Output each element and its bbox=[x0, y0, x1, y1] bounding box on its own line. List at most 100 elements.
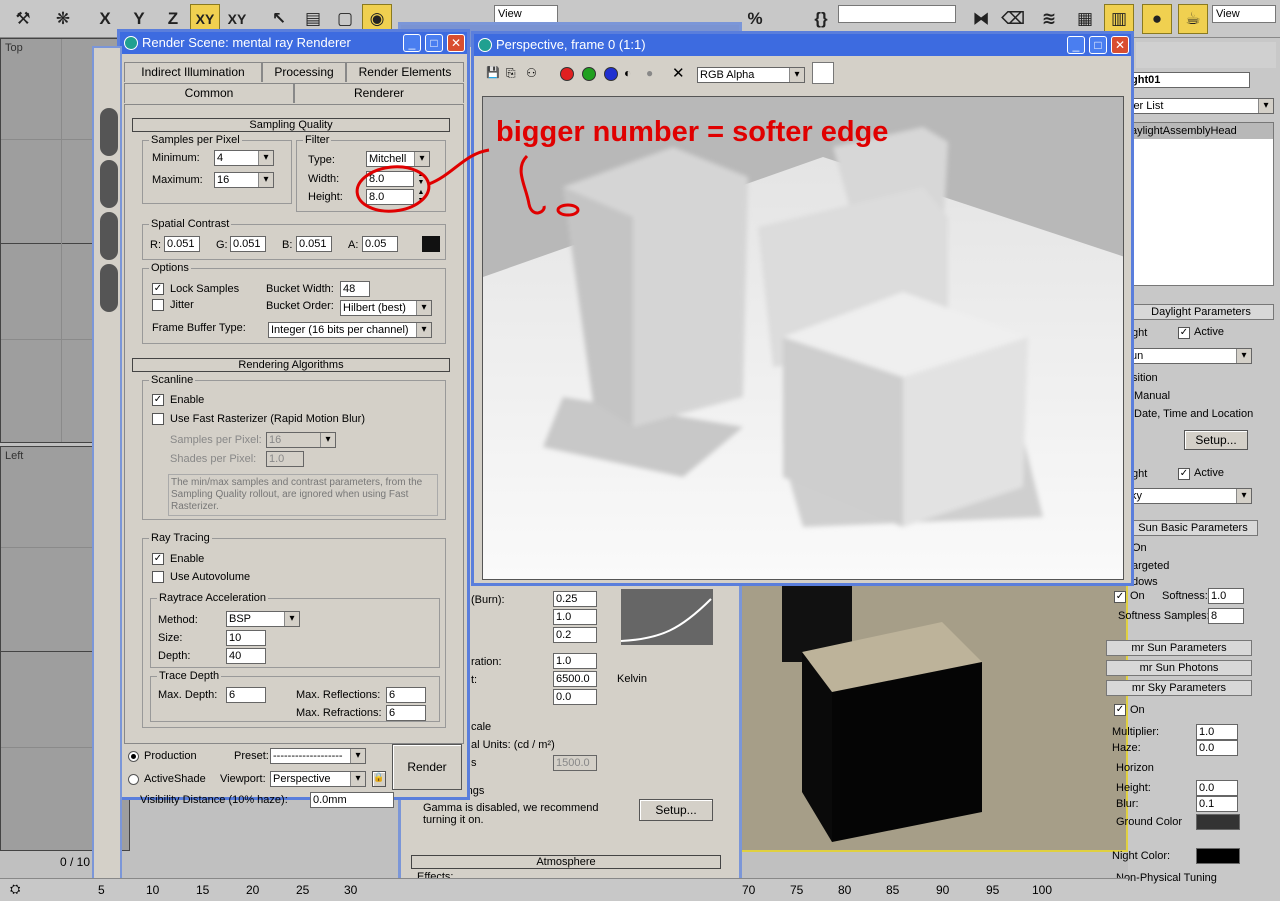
fast-rasterizer-checkbox[interactable] bbox=[152, 413, 164, 425]
jitter-checkbox[interactable] bbox=[152, 299, 164, 311]
viewport-perspective[interactable] bbox=[740, 580, 1128, 852]
red-channel-icon[interactable] bbox=[560, 67, 574, 81]
schematic-view-icon[interactable]: ▥ bbox=[1104, 4, 1134, 34]
frame-buffer-dropdown[interactable]: Integer (16 bits per channel) bbox=[268, 322, 432, 338]
command-panel-tabs[interactable] bbox=[1136, 42, 1276, 68]
clone-window-icon[interactable]: ⚇ bbox=[526, 66, 544, 80]
contrast-r-field[interactable]: 0.051 bbox=[164, 236, 200, 252]
atmosphere-rollout[interactable]: Atmosphere bbox=[411, 855, 721, 869]
max-refractions-field[interactable]: 6 bbox=[386, 705, 426, 721]
object-name-field[interactable]: ght01 bbox=[1128, 72, 1250, 88]
axis-x-button[interactable]: X bbox=[90, 4, 120, 34]
manual-radio-label[interactable]: Manual bbox=[1134, 390, 1170, 402]
clear-icon[interactable]: ✕ bbox=[672, 64, 685, 82]
date-time-radio-label[interactable]: Date, Time and Location bbox=[1134, 408, 1253, 420]
maximize-icon[interactable]: □ bbox=[425, 34, 443, 52]
material-slot-2[interactable] bbox=[100, 160, 118, 208]
copy-image-icon[interactable]: ⎘ bbox=[506, 66, 520, 80]
modifier-list-dropdown[interactable]: ier List bbox=[1128, 98, 1274, 114]
layer-manager-icon[interactable]: ≋ bbox=[1034, 4, 1064, 34]
method-dropdown[interactable]: BSP bbox=[226, 611, 300, 627]
named-selection-icon[interactable]: {} bbox=[806, 4, 836, 34]
frame-close-icon[interactable]: ✕ bbox=[1111, 36, 1129, 54]
named-selection-set[interactable] bbox=[838, 5, 956, 23]
tab-render-elements[interactable]: Render Elements bbox=[346, 62, 464, 82]
channel-dropdown[interactable]: RGB Alpha bbox=[697, 67, 805, 83]
units-field[interactable]: 1500.0 bbox=[553, 755, 597, 771]
minimum-dropdown[interactable]: 4 bbox=[214, 150, 274, 166]
green-channel-icon[interactable] bbox=[582, 67, 596, 81]
autovolume-checkbox[interactable] bbox=[152, 571, 164, 583]
tab-renderer[interactable]: Renderer bbox=[294, 83, 464, 103]
minimize-icon[interactable]: _ bbox=[403, 34, 421, 52]
contrast-g-field[interactable]: 0.051 bbox=[230, 236, 266, 252]
frame-counter[interactable]: 0 / 10 bbox=[60, 855, 90, 869]
stack-item[interactable]: aylightAssemblyHead bbox=[1129, 123, 1273, 139]
max-reflections-field[interactable]: 6 bbox=[386, 687, 426, 703]
bind-space-warp-icon[interactable]: ❋ bbox=[48, 4, 78, 34]
mini-listener-icon[interactable]: ⛭ bbox=[10, 881, 20, 897]
tab-common[interactable]: Common bbox=[124, 83, 294, 103]
shadows-on-checkbox[interactable]: ✓ bbox=[1114, 591, 1126, 603]
lock-samples-checkbox[interactable]: ✓ bbox=[152, 283, 164, 295]
skylight-active-checkbox[interactable]: ✓ bbox=[1178, 468, 1190, 480]
horizon-height-field[interactable]: 0.0 bbox=[1196, 780, 1238, 796]
daylight-setup-button[interactable]: Setup... bbox=[1184, 430, 1248, 450]
curve-editor-icon[interactable]: ▦ bbox=[1070, 4, 1100, 34]
blur-field[interactable]: 0.1 bbox=[1196, 796, 1238, 812]
save-image-icon[interactable]: 💾 bbox=[486, 66, 500, 80]
color-swatch[interactable] bbox=[812, 62, 834, 84]
percent-snap-icon[interactable]: % bbox=[740, 4, 770, 34]
raster-samples-dropdown[interactable]: 16 bbox=[266, 432, 336, 448]
render-setup-icon[interactable]: ☕ bbox=[1178, 4, 1208, 34]
mr-sun-params-rollout[interactable]: mr Sun Parameters bbox=[1106, 640, 1252, 656]
burn-field[interactable]: 0.25 bbox=[553, 591, 597, 607]
saturation-field[interactable]: 1.0 bbox=[553, 653, 597, 669]
frame-minimize-icon[interactable]: _ bbox=[1067, 36, 1085, 54]
bucket-order-dropdown[interactable]: Hilbert (best) bbox=[340, 300, 432, 316]
frame-buffer-titlebar[interactable]: Perspective, frame 0 (1:1) _ □ ✕ bbox=[474, 34, 1131, 56]
ground-color-swatch[interactable] bbox=[1196, 814, 1240, 830]
night-color-swatch[interactable] bbox=[1196, 848, 1240, 864]
material-slot-1[interactable] bbox=[100, 108, 118, 156]
shades-per-pixel-field[interactable]: 1.0 bbox=[266, 451, 304, 467]
viewport-dropdown[interactable]: Perspective bbox=[270, 771, 366, 787]
max-depth-field[interactable]: 6 bbox=[226, 687, 266, 703]
align-icon[interactable]: ⌫ bbox=[998, 4, 1028, 34]
view-dropdown[interactable]: View bbox=[494, 5, 558, 23]
sky-on-checkbox[interactable]: ✓ bbox=[1114, 704, 1126, 716]
activeshade-radio[interactable] bbox=[128, 774, 139, 785]
exposure-field-6[interactable]: 0.0 bbox=[553, 689, 597, 705]
close-icon[interactable]: ✕ bbox=[447, 34, 465, 52]
whitepoint-field[interactable]: 6500.0 bbox=[553, 671, 597, 687]
blue-channel-icon[interactable] bbox=[604, 67, 618, 81]
production-radio[interactable] bbox=[128, 751, 139, 762]
tab-processing[interactable]: Processing bbox=[262, 62, 346, 82]
scanline-enable-checkbox[interactable]: ✓ bbox=[152, 394, 164, 406]
exposure-field-2[interactable]: 1.0 bbox=[553, 609, 597, 625]
render-scene-titlebar[interactable]: Render Scene: mental ray Renderer _ □ ✕ bbox=[120, 32, 467, 54]
sun-dropdown[interactable]: un bbox=[1128, 348, 1252, 364]
depth-field[interactable]: 40 bbox=[226, 648, 266, 664]
render-button[interactable]: Render bbox=[392, 744, 462, 790]
sun-basic-rollout[interactable]: Sun Basic Parameters bbox=[1128, 520, 1258, 536]
maximum-dropdown[interactable]: 16 bbox=[214, 172, 274, 188]
bucket-width-field[interactable]: 48 bbox=[340, 281, 370, 297]
lock-viewport-icon[interactable]: 🔒 bbox=[372, 771, 386, 787]
timeline-ruler[interactable]: ⛭ 0 / 10 5 10 15 20 25 30 70 75 80 85 90… bbox=[0, 855, 1128, 901]
contrast-b-field[interactable]: 0.051 bbox=[296, 236, 332, 252]
visibility-distance-field[interactable]: 0.0mm bbox=[310, 792, 394, 808]
mr-sky-params-rollout[interactable]: mr Sky Parameters bbox=[1106, 680, 1252, 696]
preset-dropdown[interactable]: ------------------- bbox=[270, 748, 366, 764]
daylight-params-rollout[interactable]: Daylight Parameters bbox=[1128, 304, 1274, 320]
raytrace-enable-checkbox[interactable]: ✓ bbox=[152, 553, 164, 565]
haze-field[interactable]: 0.0 bbox=[1196, 740, 1238, 756]
softness-field[interactable]: 1.0 bbox=[1208, 588, 1244, 604]
mr-sun-photons-rollout[interactable]: mr Sun Photons bbox=[1106, 660, 1252, 676]
tab-indirect-illumination[interactable]: Indirect Illumination bbox=[124, 62, 262, 82]
rendering-algorithms-rollout[interactable]: Rendering Algorithms bbox=[132, 358, 450, 372]
sky-dropdown[interactable]: ky bbox=[1128, 488, 1252, 504]
viewport-top-label[interactable]: Top bbox=[5, 42, 23, 54]
softness-samples-field[interactable]: 8 bbox=[1208, 608, 1244, 624]
multiplier-field[interactable]: 1.0 bbox=[1196, 724, 1238, 740]
